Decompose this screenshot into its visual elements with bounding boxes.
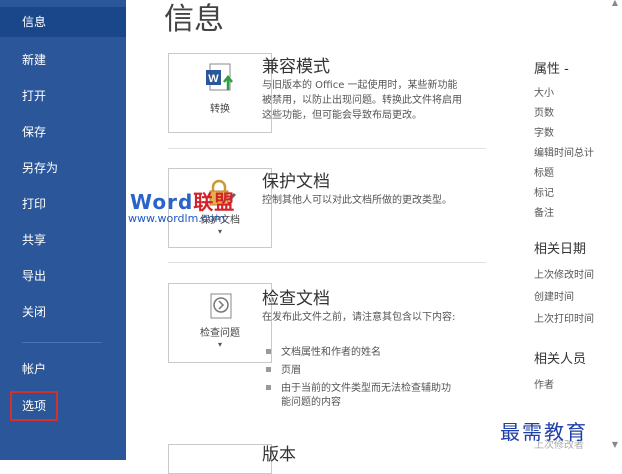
convert-button[interactable]: W 转换	[168, 53, 272, 133]
related-dates-heading: 相关日期	[534, 242, 587, 257]
property-label: 编辑时间总计	[534, 148, 594, 159]
convert-button-label: 转换	[210, 104, 230, 115]
property-label: 上次修改时间	[534, 270, 594, 281]
nav-print[interactable]: 打印	[0, 189, 126, 219]
info-panel: 信息 W 转换 兼容模式 与旧版本的 Office 一起使用时，某些新功能被禁用…	[126, 0, 622, 474]
chevron-down-icon: ▾	[217, 227, 222, 236]
property-label: 标记	[534, 188, 554, 199]
nav-options[interactable]: 选项	[10, 391, 58, 421]
divider	[168, 262, 486, 263]
property-label: 创建时间	[534, 292, 574, 303]
protect-desc: 控制其他人可以对此文档所做的更改类型。	[262, 195, 452, 206]
site-watermark: 最需教育	[500, 420, 588, 444]
property-label: 字数	[534, 128, 554, 139]
property-label: 备注	[534, 208, 554, 219]
compat-title: 兼容模式	[262, 57, 330, 77]
related-people-heading: 相关人员	[534, 352, 587, 367]
chevron-down-icon: ▾	[217, 340, 222, 349]
properties-heading[interactable]: 属性 -	[534, 58, 569, 77]
nav-account[interactable]: 帐户	[0, 354, 126, 384]
property-label: 作者	[534, 380, 554, 391]
scroll-down-arrow-icon[interactable]: ▼	[612, 440, 618, 449]
svg-text:W: W	[208, 73, 219, 85]
versions-title: 版本	[262, 445, 296, 465]
inspect-title: 检查文档	[262, 289, 330, 309]
list-item: 由于当前的文件类型而无法检查辅助功能问题的内容	[266, 382, 466, 410]
nav-save-as[interactable]: 另存为	[0, 153, 126, 183]
manage-versions-button[interactable]	[168, 444, 272, 474]
check-for-issues-button-label: 检查问题	[200, 328, 240, 339]
page-title: 信息	[164, 2, 224, 37]
convert-icon: W	[206, 63, 233, 91]
nav-info[interactable]: 信息	[0, 7, 126, 37]
property-label: 上次打印时间	[534, 314, 594, 325]
nav-save[interactable]: 保存	[0, 117, 126, 147]
property-label: 页数	[534, 108, 554, 119]
list-item: 页眉	[266, 364, 466, 378]
list-item: 文档属性和作者的姓名	[266, 346, 466, 360]
property-label: 大小	[534, 88, 554, 99]
scroll-up-arrow-icon[interactable]: ▲	[612, 0, 618, 7]
nav-export[interactable]: 导出	[0, 261, 126, 291]
backstage-sidebar: 信息 新建 打开 保存 另存为 打印 共享 导出 关闭 帐户 选项	[0, 0, 126, 460]
nav-separator	[22, 342, 102, 343]
nav-close[interactable]: 关闭	[0, 297, 126, 327]
compat-desc: 与旧版本的 Office 一起使用时，某些新功能被禁用，以防止出现问题。转换此文…	[262, 80, 462, 121]
nav-share[interactable]: 共享	[0, 225, 126, 255]
nav-new[interactable]: 新建	[0, 45, 126, 75]
watermark-logo: Word联盟	[130, 190, 236, 214]
inspect-icon	[210, 293, 232, 319]
property-label: 标题	[534, 168, 554, 179]
watermark-url: www.wordlm.com	[128, 212, 226, 225]
nav-open[interactable]: 打开	[0, 81, 126, 111]
divider	[168, 148, 486, 149]
protect-title: 保护文档	[262, 172, 330, 192]
inspect-desc: 在发布此文件之前，请注意其包含以下内容:	[262, 312, 456, 323]
check-for-issues-button[interactable]: 检查问题 ▾	[168, 283, 272, 363]
